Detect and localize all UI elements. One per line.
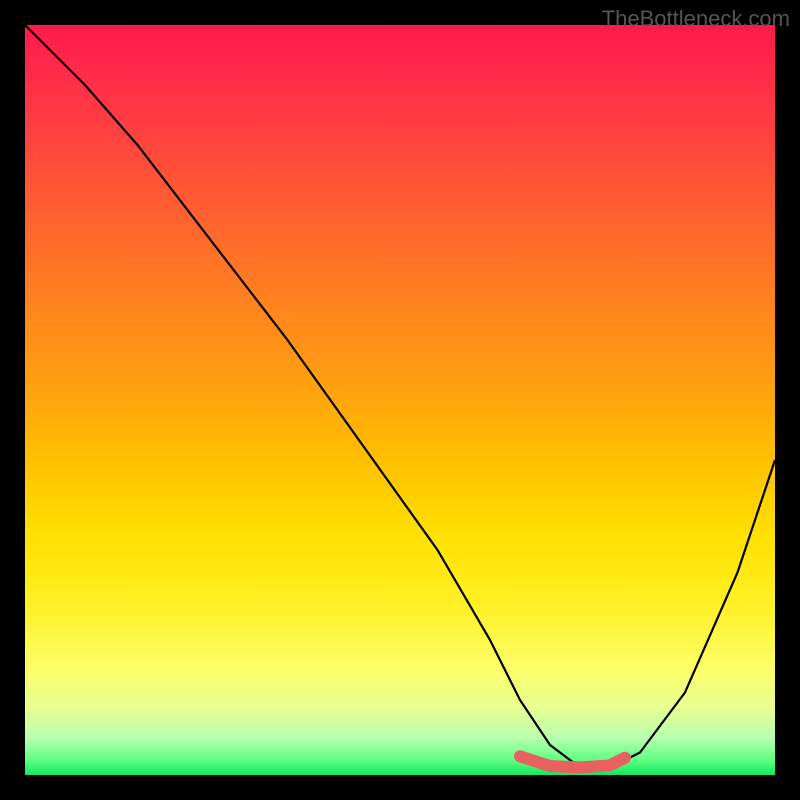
chart-svg <box>25 25 775 775</box>
watermark-text: TheBottleneck.com <box>602 6 790 32</box>
optimal-range-highlight <box>520 756 625 767</box>
plot-area <box>25 25 775 775</box>
bottleneck-curve <box>25 25 775 768</box>
